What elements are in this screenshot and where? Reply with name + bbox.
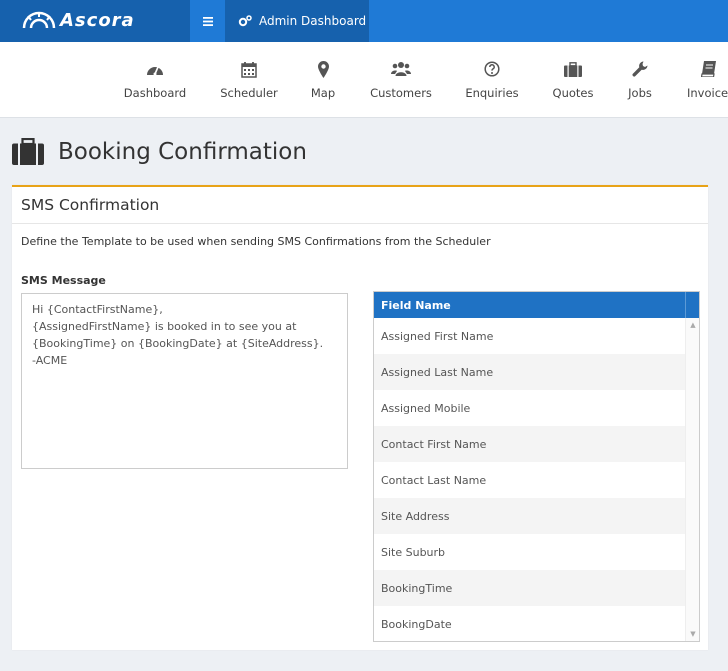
cogs-icon — [238, 15, 252, 27]
nav-label: Scheduler — [220, 86, 278, 100]
top-bar: Ascora Admin Dashboard — [0, 0, 728, 42]
grid-body: Assigned First Name Assigned Last Name A… — [374, 318, 685, 641]
nav-label: Jobs — [628, 86, 652, 100]
wrench-icon — [632, 59, 649, 79]
nav-map[interactable]: Map — [306, 42, 340, 118]
panel-heading: SMS Confirmation — [12, 187, 708, 224]
admin-dashboard-label: Admin Dashboard — [259, 14, 367, 28]
map-marker-icon — [317, 59, 329, 79]
grid-row[interactable]: Assigned Mobile — [374, 390, 685, 426]
sunburst-logo-icon — [22, 11, 56, 29]
hamburger-icon — [202, 16, 213, 26]
menu-toggle-button[interactable] — [190, 0, 225, 42]
grid-row[interactable]: Site Address — [374, 498, 685, 534]
sms-line: Hi {ContactFirstName}, — [32, 303, 163, 316]
sms-message-label: SMS Message — [21, 274, 106, 287]
admin-dashboard-tab[interactable]: Admin Dashboard — [225, 0, 369, 42]
grid-row[interactable]: Assigned Last Name — [374, 354, 685, 390]
question-circle-icon — [484, 59, 500, 79]
nav-jobs[interactable]: Jobs — [624, 42, 656, 118]
grid-row[interactable]: BookingTime — [374, 570, 685, 606]
nav-dashboard[interactable]: Dashboard — [122, 42, 188, 118]
calendar-icon — [241, 59, 257, 79]
sms-line: {BookingTime} on {BookingDate} at {SiteA… — [32, 337, 324, 350]
nav-label: Quotes — [552, 86, 594, 100]
field-name-grid: Field Name Assigned First Name Assigned … — [373, 291, 700, 642]
book-icon — [701, 59, 716, 79]
dashboard-icon — [146, 59, 164, 79]
main-nav: Dashboard Scheduler Map Customers Enquir… — [0, 42, 728, 118]
sms-line: -ACME — [32, 354, 68, 367]
nav-scheduler[interactable]: Scheduler — [218, 42, 280, 118]
briefcase-icon — [564, 59, 582, 79]
briefcase-icon — [12, 138, 44, 165]
nav-quotes[interactable]: Quotes — [550, 42, 596, 118]
nav-label: Enquiries — [465, 86, 519, 100]
grid-row[interactable]: BookingDate — [374, 606, 685, 641]
nav-label: Map — [310, 86, 336, 100]
scroll-up-icon[interactable]: ▲ — [686, 318, 699, 332]
grid-row[interactable]: Contact Last Name — [374, 462, 685, 498]
brand-logo[interactable]: Ascora — [0, 0, 190, 42]
scroll-down-icon[interactable]: ▼ — [686, 627, 699, 641]
nav-invoices[interactable]: Invoices — [684, 42, 728, 118]
panel-description: Define the Template to be used when send… — [21, 235, 491, 248]
sms-message-textarea[interactable]: Hi {ContactFirstName}, {AssignedFirstNam… — [21, 293, 348, 469]
grid-column-header[interactable]: Field Name — [374, 292, 699, 318]
page-title-text: Booking Confirmation — [58, 138, 307, 165]
users-icon — [391, 59, 411, 79]
grid-row[interactable]: Site Suburb — [374, 534, 685, 570]
brand-name: Ascora — [60, 10, 135, 31]
nav-label: Customers — [370, 86, 432, 100]
nav-label: Dashboard — [123, 86, 187, 100]
grid-row[interactable]: Assigned First Name — [374, 318, 685, 354]
grid-row[interactable]: Contact First Name — [374, 426, 685, 462]
nav-customers[interactable]: Customers — [366, 42, 436, 118]
nav-enquiries[interactable]: Enquiries — [462, 42, 522, 118]
nav-label: Invoices — [687, 86, 728, 100]
grid-scrollbar[interactable]: ▲ ▼ — [685, 318, 699, 641]
sms-line: {AssignedFirstName} is booked in to see … — [32, 320, 297, 333]
sms-confirmation-panel: SMS Confirmation Define the Template to … — [12, 185, 708, 650]
page-title: Booking Confirmation — [12, 138, 307, 165]
